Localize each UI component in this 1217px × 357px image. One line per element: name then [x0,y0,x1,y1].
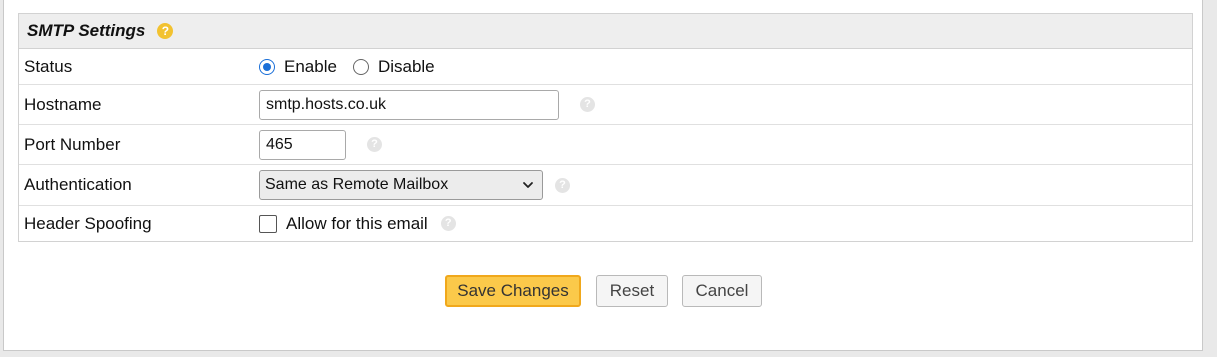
port-label: Port Number [24,134,121,154]
status-radio-group: Enable Disable [259,57,451,77]
port-help-icon[interactable]: ? [367,137,382,152]
allow-spoofing-label[interactable]: Allow for this email [286,214,428,234]
section-header: SMTP Settings ? [19,14,1192,49]
hostname-row: Hostname smtp.hosts.co.uk ? [19,85,1192,125]
hostname-input[interactable]: smtp.hosts.co.uk [259,89,559,120]
authentication-help-icon[interactable]: ? [555,177,570,193]
header-spoofing-help-icon[interactable]: ? [440,216,456,231]
authentication-select[interactable]: Same as Remote Mailbox [259,170,543,200]
enable-radio-label[interactable]: Enable [284,57,337,77]
port-input[interactable]: 465 [259,129,346,160]
port-row: Port Number 465 ? [19,125,1192,165]
allow-spoofing-checkbox[interactable] [259,214,277,233]
enable-radio[interactable] [259,58,275,75]
port-field-group: 465 ? [259,129,382,160]
hostname-help-icon[interactable]: ? [580,97,595,112]
settings-panel: SMTP Settings ? Status Enable Disable Ho… [3,0,1203,351]
authentication-field-group: Same as Remote Mailbox ? [259,170,570,200]
smtp-settings-section: SMTP Settings ? Status Enable Disable Ho… [18,13,1193,242]
status-row: Status Enable Disable [19,49,1192,85]
section-title: SMTP Settings [27,21,146,40]
cancel-button[interactable]: Cancel [682,275,762,307]
header-spoofing-row: Header Spoofing Allow for this email ? [19,206,1192,241]
status-label: Status [24,56,73,76]
authentication-label: Authentication [24,175,132,194]
chevron-down-icon [523,182,533,188]
authentication-row: Authentication Same as Remote Mailbox ? [19,165,1192,206]
disable-radio-label[interactable]: Disable [378,57,435,77]
hostname-field-group: smtp.hosts.co.uk ? [259,89,595,120]
header-spoofing-field-group: Allow for this email ? [259,214,456,234]
disable-radio[interactable] [352,58,369,75]
hostname-label: Hostname [24,94,102,114]
save-changes-button[interactable]: Save Changes [445,275,581,307]
authentication-selected-value: Same as Remote Mailbox [265,176,449,193]
header-spoofing-label: Header Spoofing [24,213,152,233]
section-help-icon[interactable]: ? [157,23,174,39]
reset-button[interactable]: Reset [596,275,668,307]
